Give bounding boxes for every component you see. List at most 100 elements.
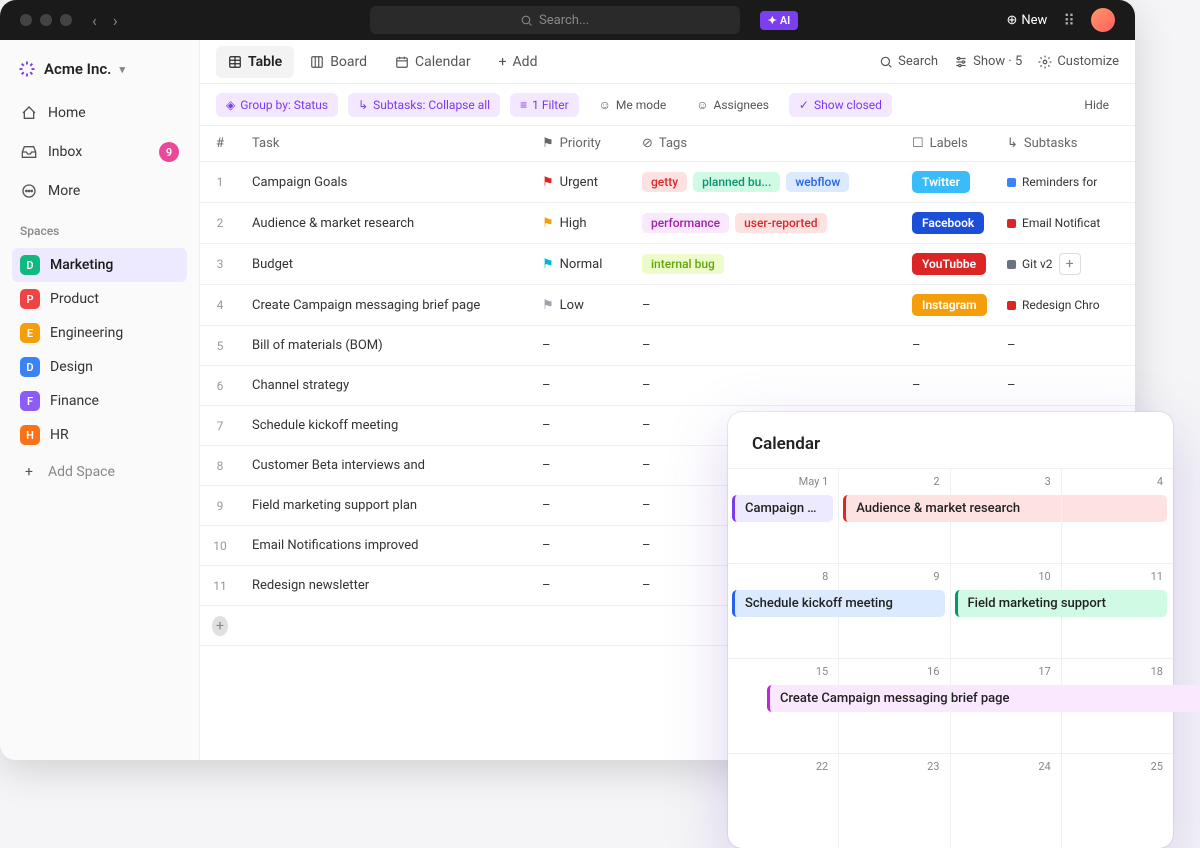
me-mode-chip[interactable]: ☺ Me mode — [589, 93, 677, 117]
tags-cell[interactable]: getty planned bu... webflow — [630, 163, 900, 201]
tags-cell[interactable]: internal bug — [630, 245, 900, 283]
calendar-cell[interactable]: 9 — [839, 563, 950, 658]
task-name[interactable]: Audience & market research — [240, 207, 530, 240]
col-subtasks[interactable]: ↳ Subtasks — [995, 126, 1125, 161]
label-pill[interactable]: Instagram — [912, 294, 987, 316]
task-name[interactable]: Email Notifications improved — [240, 529, 530, 562]
calendar-cell[interactable]: 8Schedule kickoff meeting — [728, 563, 839, 658]
add-view-button[interactable]: + Add — [487, 46, 550, 78]
subtasks-chip[interactable]: ↳ Subtasks: Collapse all — [348, 93, 500, 117]
close-window-icon[interactable] — [20, 14, 32, 26]
table-row[interactable]: 1 Campaign Goals ⚑ Urgent getty planned … — [200, 162, 1135, 203]
global-search-input[interactable]: Search... — [370, 6, 740, 34]
space-item-hr[interactable]: HHR — [12, 418, 187, 452]
show-closed-chip[interactable]: ✓ Show closed — [789, 93, 892, 117]
subtask-item[interactable]: Git v2 — [1007, 257, 1053, 271]
tag-pill[interactable]: internal bug — [642, 254, 724, 274]
calendar-cell[interactable]: 15Create Campaign messaging brief page — [728, 658, 839, 753]
filter-chip[interactable]: ≡ 1 Filter — [510, 93, 579, 117]
subtasks-cell[interactable]: Redesign Chro — [995, 289, 1125, 321]
search-view-button[interactable]: Search — [879, 54, 938, 69]
minimize-window-icon[interactable] — [40, 14, 52, 26]
calendar-cell[interactable]: 23 — [839, 753, 950, 848]
priority-cell[interactable]: – — [530, 489, 630, 522]
calendar-cell[interactable]: 22 — [728, 753, 839, 848]
space-item-design[interactable]: DDesign — [12, 350, 187, 384]
task-name[interactable]: Customer Beta interviews and — [240, 449, 530, 482]
col-tags[interactable]: ⊘ Tags — [630, 126, 900, 161]
calendar-cell[interactable]: 3 — [951, 468, 1062, 563]
subtasks-cell[interactable]: Reminders for — [995, 166, 1125, 198]
space-item-engineering[interactable]: EEngineering — [12, 316, 187, 350]
col-number[interactable]: # — [200, 126, 240, 161]
nav-home[interactable]: Home — [12, 96, 187, 130]
calendar-cell[interactable]: May 1Campaign Goals — [728, 468, 839, 563]
new-button[interactable]: ⊕ New — [1006, 13, 1047, 28]
task-name[interactable]: Channel strategy — [240, 369, 530, 402]
ai-badge[interactable]: ✦ AI — [760, 11, 799, 30]
labels-cell[interactable]: Instagram — [900, 285, 995, 325]
customize-button[interactable]: Customize — [1038, 54, 1119, 69]
calendar-cell[interactable]: 16 — [839, 658, 950, 753]
calendar-event[interactable]: Campaign Goals — [732, 495, 833, 522]
tags-cell[interactable]: – — [630, 329, 900, 362]
priority-cell[interactable]: ⚑ Urgent — [530, 166, 630, 199]
calendar-cell[interactable]: 10Field marketing support — [951, 563, 1062, 658]
calendar-cell[interactable]: 2Audience & market research — [839, 468, 950, 563]
calendar-cell[interactable]: 25 — [1062, 753, 1173, 848]
subtask-item[interactable]: Reminders for — [1007, 175, 1097, 189]
priority-cell[interactable]: ⚑ Low — [530, 289, 630, 322]
task-name[interactable]: Create Campaign messaging brief page — [240, 289, 530, 322]
user-avatar[interactable] — [1091, 8, 1115, 32]
col-labels[interactable]: ☐ Labels — [900, 126, 995, 161]
subtasks-cell[interactable]: Git v2 + — [995, 244, 1125, 284]
nav-inbox[interactable]: Inbox 9 — [12, 134, 187, 170]
space-item-marketing[interactable]: DMarketing — [12, 248, 187, 282]
calendar-cell[interactable]: 17 — [951, 658, 1062, 753]
labels-cell[interactable]: Facebook — [900, 203, 995, 243]
subtasks-cell[interactable]: – — [995, 329, 1125, 362]
tags-cell[interactable]: – — [630, 369, 900, 402]
apps-grid-icon[interactable]: ⠿ — [1063, 11, 1075, 30]
labels-cell[interactable]: Twitter — [900, 162, 995, 202]
table-row[interactable]: 4 Create Campaign messaging brief page ⚑… — [200, 285, 1135, 326]
add-subtask-button[interactable]: + — [1059, 253, 1081, 275]
col-task[interactable]: Task — [240, 126, 530, 161]
forward-button[interactable]: › — [113, 11, 118, 30]
subtasks-cell[interactable]: – — [995, 369, 1125, 402]
task-name[interactable]: Bill of materials (BOM) — [240, 329, 530, 362]
tab-calendar[interactable]: Calendar — [383, 46, 483, 78]
tag-pill[interactable]: planned bu... — [693, 172, 780, 192]
subtask-item[interactable]: Email Notificat — [1007, 216, 1100, 230]
tab-table[interactable]: Table — [216, 46, 294, 78]
space-item-product[interactable]: PProduct — [12, 282, 187, 316]
table-row[interactable]: 6 Channel strategy – – – – — [200, 366, 1135, 406]
calendar-cell[interactable]: 11 — [1062, 563, 1173, 658]
task-name[interactable]: Budget — [240, 248, 530, 281]
label-pill[interactable]: Twitter — [912, 171, 970, 193]
priority-cell[interactable]: ⚑ Normal — [530, 248, 630, 281]
priority-cell[interactable]: – — [530, 409, 630, 442]
labels-cell[interactable]: – — [900, 369, 995, 402]
maximize-window-icon[interactable] — [60, 14, 72, 26]
labels-cell[interactable]: YouTubbe — [900, 244, 995, 284]
tag-pill[interactable]: webflow — [786, 172, 849, 192]
nav-more[interactable]: More — [12, 174, 187, 208]
calendar-cell[interactable]: 24 — [951, 753, 1062, 848]
space-item-finance[interactable]: FFinance — [12, 384, 187, 418]
show-columns-button[interactable]: Show · 5 — [954, 54, 1022, 69]
group-by-chip[interactable]: ◈ Group by: Status — [216, 93, 338, 117]
tag-pill[interactable]: user-reported — [735, 213, 826, 233]
tags-cell[interactable]: – — [630, 289, 900, 322]
table-row[interactable]: 5 Bill of materials (BOM) – – – – — [200, 326, 1135, 366]
priority-cell[interactable]: – — [530, 569, 630, 602]
hide-button[interactable]: Hide — [1074, 93, 1119, 117]
workspace-switcher[interactable]: Acme Inc. ▾ — [12, 56, 187, 82]
priority-cell[interactable]: – — [530, 449, 630, 482]
priority-cell[interactable]: – — [530, 329, 630, 362]
label-pill[interactable]: Facebook — [912, 212, 984, 234]
task-name[interactable]: Redesign newsletter — [240, 569, 530, 602]
col-priority[interactable]: ⚑ Priority — [530, 126, 630, 161]
tags-cell[interactable]: performance user-reported — [630, 204, 900, 242]
subtasks-cell[interactable]: Email Notificat — [995, 207, 1125, 239]
